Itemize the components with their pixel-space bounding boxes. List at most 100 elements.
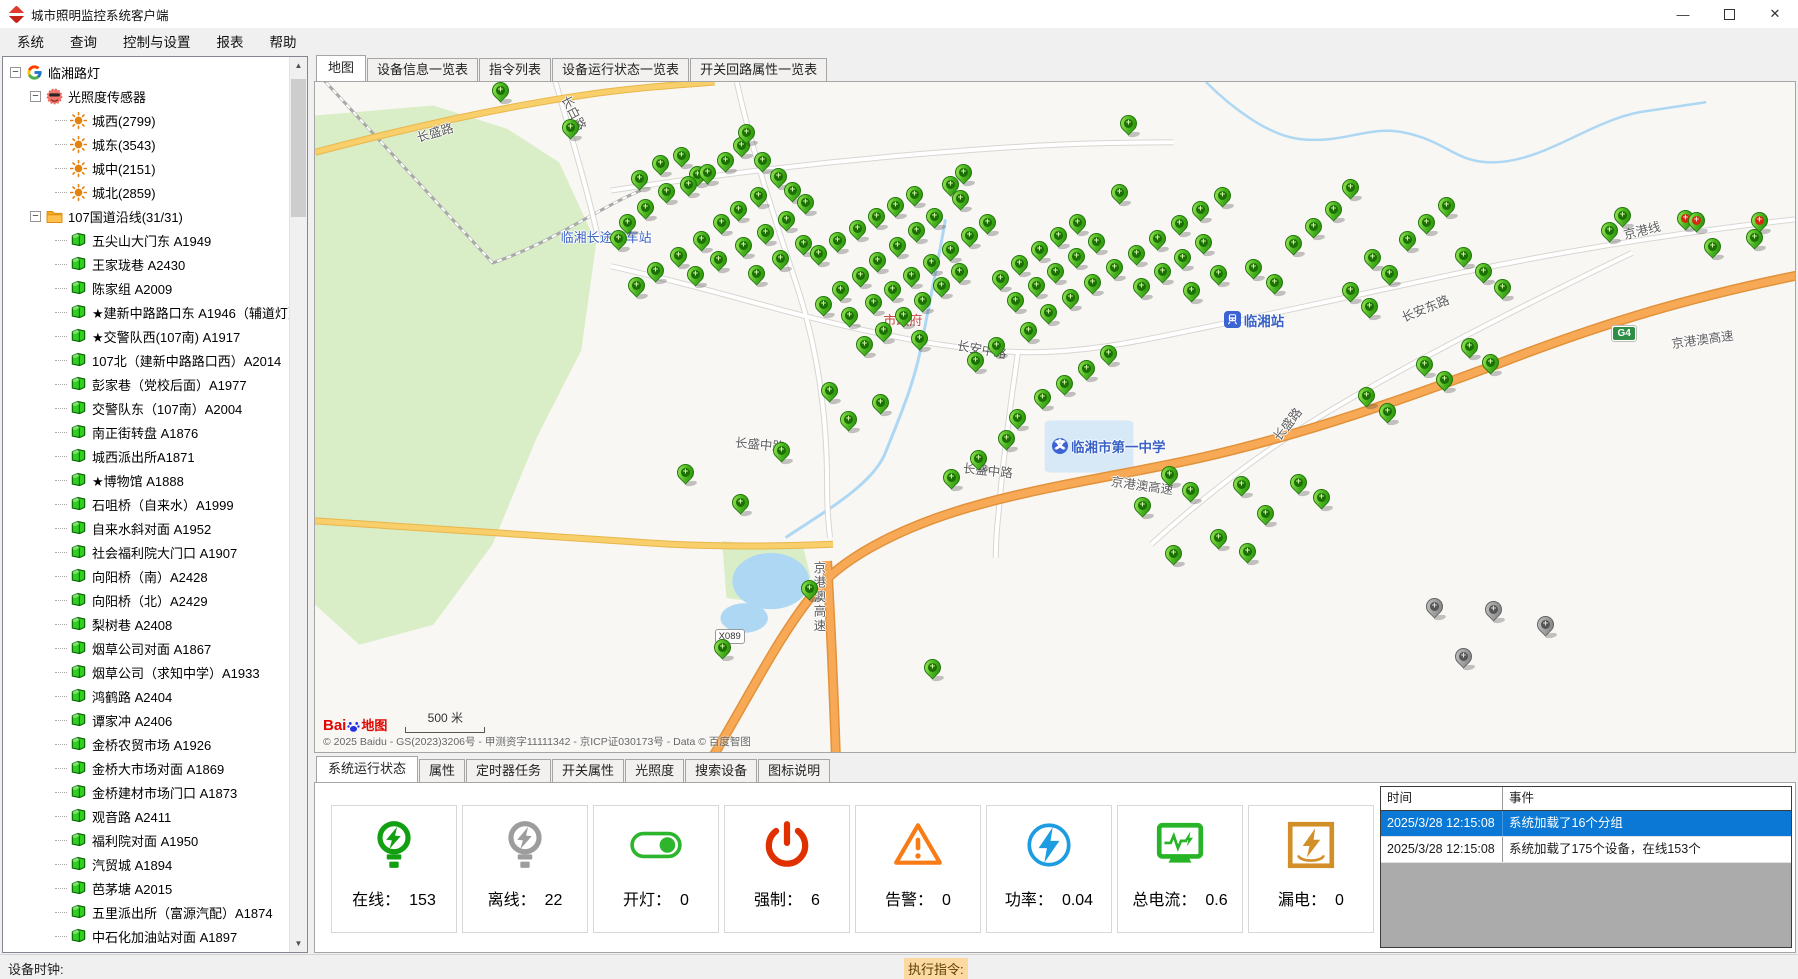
tree-device-25[interactable]: 福利院对面 A1950: [3, 828, 290, 852]
tree-label: 107北（建新中路路口西）A2014: [92, 351, 281, 370]
menu-item-1[interactable]: 查询: [57, 27, 110, 55]
collapse-toggle-icon[interactable]: −: [30, 211, 41, 222]
online-icon: [367, 818, 421, 872]
tree-device-28[interactable]: 五里派出所（富源汽配）A1874: [3, 900, 290, 924]
status-card-alarm: 告警：0: [855, 805, 981, 933]
tree-scrollbar[interactable]: ▲ ▼: [289, 57, 307, 952]
main-tab-3[interactable]: 设备运行状态一览表: [552, 58, 689, 81]
tree-guide: [55, 648, 67, 649]
tree-device-15[interactable]: 向阳桥（北）A2429: [3, 588, 290, 612]
device-flag-icon: [70, 280, 87, 297]
tree-guide: [55, 120, 67, 121]
device-flag-icon: [70, 496, 87, 513]
tree-label: 交警队东（107南）A2004: [92, 399, 242, 418]
window-title: 城市照明监控系统客户端: [31, 5, 169, 24]
tree-device-11[interactable]: 石咀桥（自来水）A1999: [3, 492, 290, 516]
tree-group-devices[interactable]: −107国道沿线(31/31): [3, 204, 290, 228]
tree-device-0[interactable]: 五尖山大门东 A1949: [3, 228, 290, 252]
bottom-tab-5[interactable]: 搜索设备: [685, 759, 757, 782]
tree-guide: [55, 456, 67, 457]
main-tab-2[interactable]: 指令列表: [479, 58, 551, 81]
card-label: 总电流：: [1132, 886, 1196, 910]
tree-device-29[interactable]: 中石化加油站对面 A1897: [3, 924, 290, 948]
device-flag-icon: [70, 808, 87, 825]
menu-item-3[interactable]: 报表: [204, 27, 257, 55]
tree-device-24[interactable]: 观音路 A2411: [3, 804, 290, 828]
tree-device-13[interactable]: 社会福利院大门口 A1907: [3, 540, 290, 564]
tree-device-4[interactable]: ★交警队西(107南) A1917: [3, 324, 290, 348]
tree-group-sensors[interactable]: −光照度传感器: [3, 84, 290, 108]
folder-icon: [46, 208, 63, 225]
tree-device-12[interactable]: 自来水斜对面 A1952: [3, 516, 290, 540]
main-tab-1[interactable]: 设备信息一览表: [367, 58, 478, 81]
menu-item-0[interactable]: 系统: [4, 27, 57, 55]
tree-sensor-0[interactable]: 城西(2799): [3, 108, 290, 132]
tree-device-10[interactable]: ★博物馆 A1888: [3, 468, 290, 492]
tree-sensor-1[interactable]: 城东(3543): [3, 132, 290, 156]
tree-device-20[interactable]: 谭家冲 A2406: [3, 708, 290, 732]
menu-item-2[interactable]: 控制与设置: [110, 27, 204, 55]
tree-device-26[interactable]: 汽贸城 A1894: [3, 852, 290, 876]
main-tab-4[interactable]: 开关回路属性一览表: [690, 58, 827, 81]
tree-device-6[interactable]: 彭家巷（党校后面）A1977: [3, 372, 290, 396]
tree-device-1[interactable]: 王家珑巷 A2430: [3, 252, 290, 276]
bottom-tab-4[interactable]: 光照度: [625, 759, 684, 782]
tree-device-27[interactable]: 芭茅塘 A2015: [3, 876, 290, 900]
scrollbar-thumb[interactable]: [291, 79, 306, 217]
device-flag-icon: [70, 832, 87, 849]
tree-device-19[interactable]: 鸿鹤路 A2404: [3, 684, 290, 708]
tree-root[interactable]: −临湘路灯: [3, 60, 290, 84]
tree-sensor-3[interactable]: 城北(2859): [3, 180, 290, 204]
map-scale: 500 米: [405, 709, 485, 733]
tree-device-23[interactable]: 金桥建材市场门口 A1873: [3, 780, 290, 804]
tree-guide: [55, 864, 67, 865]
card-value: 0: [1335, 892, 1344, 910]
tree-label: 城西(2799): [92, 111, 156, 130]
card-value: 0.04: [1062, 892, 1093, 910]
maximize-button[interactable]: [1706, 0, 1752, 28]
tree-device-16[interactable]: 梨树巷 A2408: [3, 612, 290, 636]
tree-sensor-2[interactable]: 城中(2151): [3, 156, 290, 180]
collapse-toggle-icon[interactable]: −: [10, 67, 21, 78]
card-value: 0.6: [1205, 892, 1227, 910]
map-viewport[interactable]: 长盛路长白路临湘长途汽车站市政府长安中路长安东路京港线长盛路长盛中路长盛中路京港…: [314, 81, 1796, 753]
minimize-button[interactable]: —: [1660, 0, 1706, 28]
bottom-tab-3[interactable]: 开关属性: [552, 759, 624, 782]
tree-device-18[interactable]: 烟草公司（求知中学）A1933: [3, 660, 290, 684]
log-row[interactable]: 2025/3/28 12:15:08系统加载了16个分组: [1381, 811, 1791, 837]
log-row[interactable]: 2025/3/28 12:15:08系统加载了175个设备，在线153个: [1381, 837, 1791, 863]
tree-device-7[interactable]: 交警队东（107南）A2004: [3, 396, 290, 420]
tree-device-3[interactable]: ★建新中路路口东 A1946（辅道灯）: [3, 300, 290, 324]
tree-device-5[interactable]: 107北（建新中路路口西）A2014: [3, 348, 290, 372]
tree-label: 石咀桥（自来水）A1999: [92, 495, 234, 514]
bottom-tab-0[interactable]: 系统运行状态: [316, 756, 418, 782]
tree-label: 向阳桥（北）A2429: [92, 591, 208, 610]
bottom-tab-2[interactable]: 定时器任务: [466, 759, 551, 782]
tree-device-17[interactable]: 烟草公司对面 A1867: [3, 636, 290, 660]
tree-device-22[interactable]: 金桥大市场对面 A1869: [3, 756, 290, 780]
bottom-tab-1[interactable]: 属性: [419, 759, 465, 782]
card-value: 22: [545, 892, 563, 910]
collapse-toggle-icon[interactable]: −: [30, 91, 41, 102]
tree-guide: [55, 600, 67, 601]
close-button[interactable]: ✕: [1752, 0, 1798, 28]
baidu-logo: Bai 地图: [323, 719, 387, 733]
tree-device-21[interactable]: 金桥农贸市场 A1926: [3, 732, 290, 756]
tree-label: 五里派出所（富源汽配）A1874: [92, 903, 273, 922]
device-tree-panel: −临湘路灯−光照度传感器城西(2799) 城东(3543)城中(2151)城北(2…: [2, 56, 308, 953]
scroll-down-icon[interactable]: ▼: [290, 935, 307, 952]
log-col-event[interactable]: 事件: [1503, 787, 1791, 810]
bottom-tab-6[interactable]: 图标说明: [758, 759, 830, 782]
tree-device-2[interactable]: 陈家组 A2009: [3, 276, 290, 300]
main-tab-0[interactable]: 地图: [316, 55, 366, 81]
status-card-current: 总电流： 0.6: [1117, 805, 1243, 933]
tree-guide: [55, 720, 67, 721]
tree-device-8[interactable]: 南正街转盘 A1876: [3, 420, 290, 444]
device-flag-icon: [70, 616, 87, 633]
device-flag-icon: [70, 424, 87, 441]
tree-device-9[interactable]: 城西派出所A1871: [3, 444, 290, 468]
log-col-time[interactable]: 时间: [1381, 787, 1503, 810]
scroll-up-icon[interactable]: ▲: [290, 57, 307, 74]
menu-item-4[interactable]: 帮助: [257, 27, 310, 55]
tree-device-14[interactable]: 向阳桥（南）A2428: [3, 564, 290, 588]
